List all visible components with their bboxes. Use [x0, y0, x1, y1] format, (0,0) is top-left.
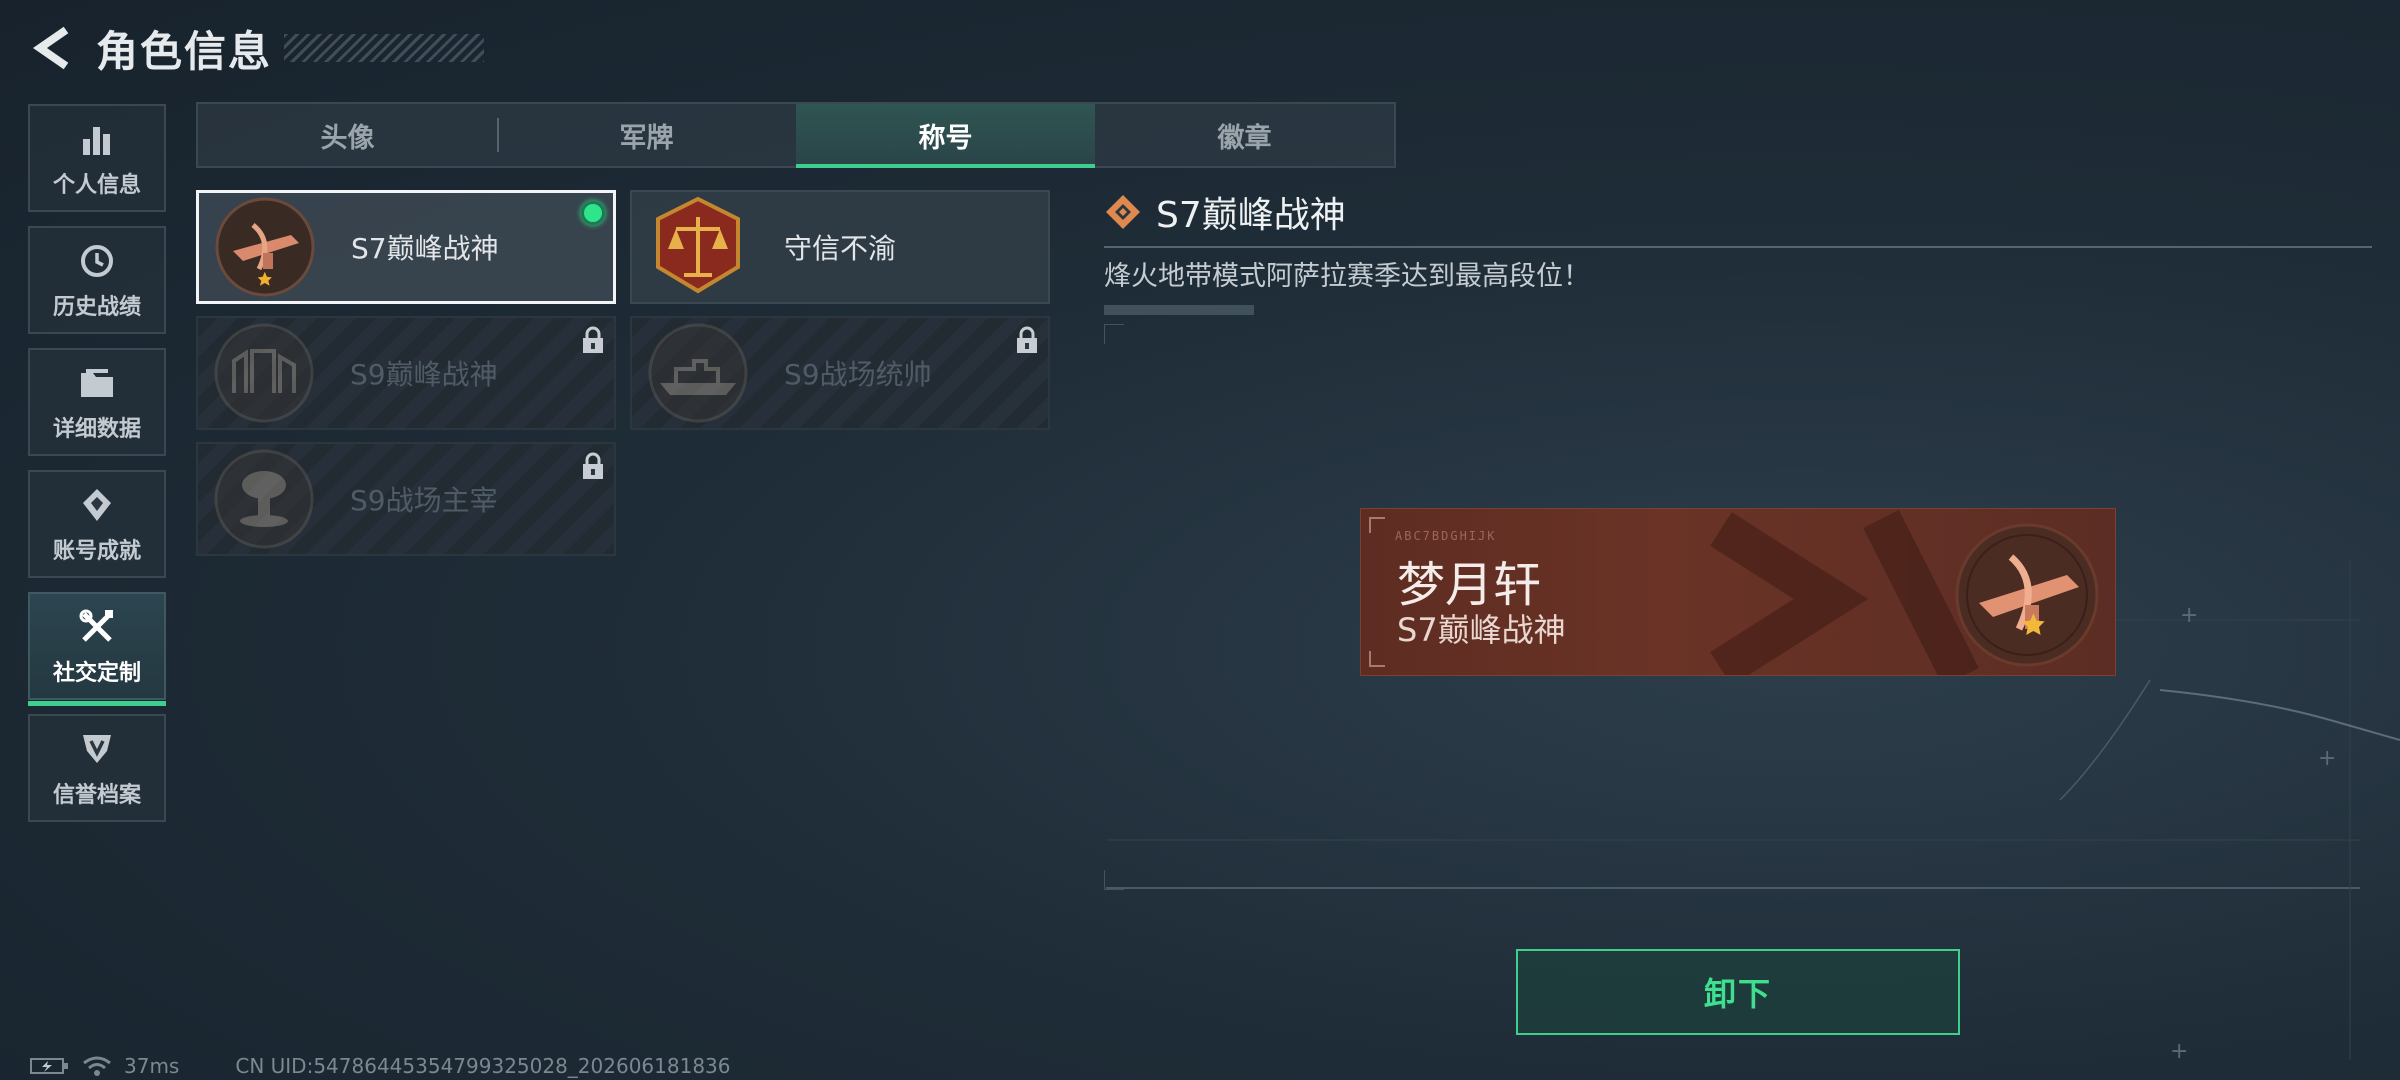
- nav-label: 详细数据: [52, 417, 141, 442]
- unequip-button[interactable]: 卸下: [1516, 949, 1960, 1035]
- title-name: S9巅峰战神: [350, 358, 498, 391]
- mushroom-cloud-emblem-icon: [214, 449, 314, 549]
- crossbow-emblem-icon: [215, 197, 315, 297]
- crossbow-emblem-icon: [1955, 523, 2099, 667]
- tab-title[interactable]: 称号: [796, 104, 1095, 168]
- equipped-indicator: [581, 201, 605, 225]
- title-card-s9-peak[interactable]: S9巅峰战神: [196, 316, 616, 430]
- banner-corner: [1369, 651, 1385, 667]
- lock-icon: [1017, 326, 1037, 353]
- page-title: 角色信息: [96, 26, 273, 76]
- svg-text:+: +: [2170, 1039, 2188, 1064]
- lock-icon: [583, 452, 603, 479]
- nav-item-history[interactable]: 历史战绩: [28, 226, 166, 334]
- fortress-emblem-icon: [214, 323, 314, 423]
- title-preview-banner: ABC7BDGHIJK 梦月轩 S7巅峰战神: [1360, 508, 2116, 676]
- title-decoration: [284, 34, 485, 62]
- nav-label: 信誉档案: [52, 783, 141, 808]
- title-name: S7巅峰战神: [351, 232, 499, 265]
- banner-code: ABC7BDGHIJK: [1395, 529, 1497, 543]
- title-card-trustworthy[interactable]: 守信不渝: [630, 190, 1050, 304]
- detail-subline: [1104, 305, 1254, 315]
- category-tabs: 头像 军牌 称号 徽章: [196, 102, 1396, 168]
- nav-item-detailed-data[interactable]: 详细数据: [28, 348, 166, 456]
- nav-item-social-customize[interactable]: 社交定制: [28, 592, 166, 706]
- detail-title: S7巅峰战神: [1156, 195, 1346, 236]
- nav-label: 历史战绩: [52, 295, 141, 320]
- svg-text:+: +: [2318, 746, 2336, 771]
- lock-icon: [583, 326, 603, 353]
- wifi-icon: [83, 1056, 111, 1076]
- nav-item-achievements[interactable]: 账号成就: [28, 470, 166, 578]
- back-button[interactable]: [28, 20, 76, 76]
- detail-header: S7巅峰战神: [1104, 186, 2372, 238]
- title-card-s9-dominator[interactable]: S9战场主宰: [196, 442, 616, 556]
- title-name: S9战场统帅: [784, 358, 932, 391]
- nav-label: 个人信息: [52, 173, 141, 198]
- uid-readout: CN UID:54786445354799325028_202606181836: [235, 1054, 731, 1078]
- banner-corner: [1369, 517, 1385, 533]
- nav-label: 社交定制: [52, 661, 141, 686]
- svg-text:+: +: [2180, 603, 2198, 628]
- shield-icon: [75, 727, 119, 771]
- title-name: S9战场主宰: [350, 484, 498, 517]
- title-name: 守信不渝: [784, 232, 897, 265]
- achievement-icon: [75, 483, 119, 527]
- tab-avatar[interactable]: 头像: [198, 104, 497, 166]
- bar-chart-icon: [75, 117, 119, 161]
- nav-label: 账号成就: [52, 539, 141, 564]
- title-card-s9-commander[interactable]: S9战场统帅: [630, 316, 1050, 430]
- warship-emblem-icon: [648, 323, 748, 423]
- detail-description: 烽火地带模式阿萨拉赛季达到最高段位！: [1104, 261, 1590, 292]
- tab-dog-tag[interactable]: 军牌: [497, 104, 796, 166]
- folder-icon: [75, 361, 119, 405]
- back-arrow-icon: [32, 26, 69, 70]
- nav-item-personal-info[interactable]: 个人信息: [28, 104, 166, 212]
- side-nav: 个人信息 历史战绩 详细数据 账号成就 社交定制 信誉档案: [28, 104, 166, 836]
- ping-readout: 37ms: [124, 1054, 180, 1078]
- title-detail-panel: S7巅峰战神 烽火地带模式阿萨拉赛季达到最高段位！: [1104, 186, 2372, 315]
- header: 角色信息: [28, 18, 485, 78]
- battery-icon: [30, 1058, 68, 1074]
- tools-icon: [75, 605, 119, 649]
- title-card-s7-peak[interactable]: S7巅峰战神: [196, 190, 616, 304]
- nav-item-reputation[interactable]: 信誉档案: [28, 714, 166, 822]
- preview-title: S7巅峰战神: [1397, 611, 1566, 649]
- status-bar: 37ms CN UID:54786445354799325028_2026061…: [30, 1054, 731, 1078]
- divider: [1104, 246, 2372, 248]
- tab-badge[interactable]: 徽章: [1095, 104, 1394, 166]
- diamond-icon: [1106, 195, 1140, 229]
- clock-icon: [75, 239, 119, 283]
- scales-emblem-icon: [656, 196, 740, 294]
